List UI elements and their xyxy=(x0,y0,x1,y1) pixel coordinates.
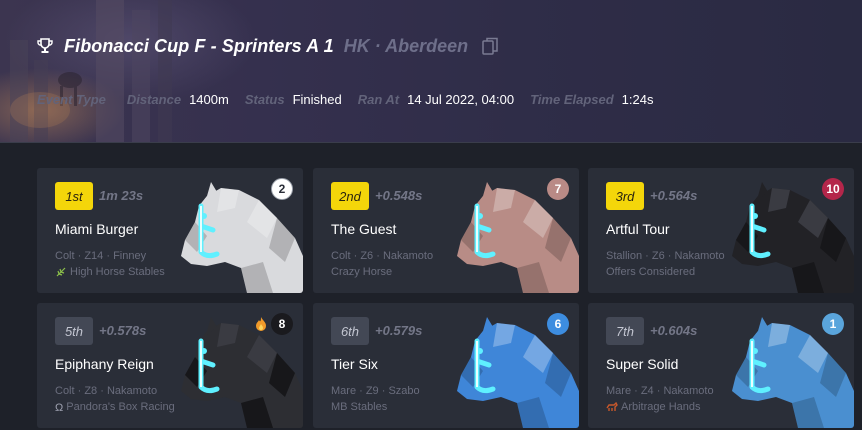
finish-time: +0.564s xyxy=(650,188,698,203)
position-badge: 6th xyxy=(331,317,369,345)
time-elapsed-label: Time Elapsed xyxy=(530,91,614,107)
finish-time: 1m 23s xyxy=(99,188,144,203)
stable-row: Crazy Horse xyxy=(331,266,392,278)
stable-row: Offers Considered xyxy=(606,266,695,278)
horse-details: Colt · Z6 · Nakamoto xyxy=(331,250,434,262)
event-location: HK · Aberdeen xyxy=(343,35,469,56)
stable-row: MB Stables xyxy=(331,401,387,413)
horse-details: Mare · Z4 · Nakamoto xyxy=(606,385,714,397)
horse-details: Mare · Z9 · Szabo xyxy=(331,385,420,397)
horse-name[interactable]: Miami Burger xyxy=(55,221,138,237)
gate-number-badge: 6 xyxy=(547,313,569,335)
result-card[interactable]: 7th +0.604s Super Solid Mare · Z4 · Naka… xyxy=(588,303,854,428)
result-card[interactable]: 3rd +0.564s Artful Tour Stallion · Z6 · … xyxy=(588,168,854,293)
position-badge: 1st xyxy=(55,182,93,210)
gate-number-badge: 7 xyxy=(547,178,569,200)
event-type-label: Event Type xyxy=(37,91,106,107)
finish-time: +0.604s xyxy=(650,323,698,338)
event-name: Fibonacci Cup F - Sprinters A 1 xyxy=(64,35,334,56)
finish-time: +0.548s xyxy=(375,188,423,203)
stable-row: Arbitrage Hands xyxy=(606,401,701,413)
time-elapsed-value: 1:24s xyxy=(621,91,654,107)
result-card[interactable]: 6th +0.579s Tier Six Mare · Z9 · Szabo M… xyxy=(313,303,579,428)
event-title-row: Fibonacci Cup F - Sprinters A 1 HK · Abe… xyxy=(36,34,498,58)
wheat-icon xyxy=(56,267,66,277)
event-header: Fibonacci Cup F - Sprinters A 1 HK · Abe… xyxy=(0,0,862,143)
horse-details: Colt · Z14 · Finney xyxy=(55,250,147,262)
stable-name[interactable]: Crazy Horse xyxy=(331,266,392,278)
trophy-icon xyxy=(37,38,53,53)
position-badge: 5th xyxy=(55,317,93,345)
horse-details: Stallion · Z6 · Nakamoto xyxy=(606,250,725,262)
distance-label: Distance xyxy=(126,91,182,107)
horse-name[interactable]: Artful Tour xyxy=(606,221,670,237)
stable-name[interactable]: High Horse Stables xyxy=(70,266,165,278)
position-badge: 7th xyxy=(606,317,644,345)
stable-name[interactable]: MB Stables xyxy=(331,401,387,413)
result-card[interactable]: 2nd +0.548s The Guest Colt · Z6 · Nakamo… xyxy=(313,168,579,293)
gate-number-badge: 10 xyxy=(822,178,844,200)
copy-icon[interactable] xyxy=(482,37,498,55)
result-card[interactable]: 5th +0.578s Epiphany Reign Colt · Z8 · N… xyxy=(37,303,303,428)
status-value: Finished xyxy=(292,91,342,107)
stable-name[interactable]: Arbitrage Hands xyxy=(621,401,701,413)
flame-icon xyxy=(256,317,266,331)
stable-row: High Horse Stables xyxy=(55,266,165,278)
omega-icon: Ω xyxy=(55,402,64,414)
horse-name[interactable]: Epiphany Reign xyxy=(55,356,154,372)
finish-time: +0.578s xyxy=(99,323,147,338)
result-card[interactable]: 1st 1m 23s Miami Burger Colt · Z14 · Fin… xyxy=(37,168,303,293)
horse-name[interactable]: Tier Six xyxy=(331,356,378,372)
stable-name[interactable]: Offers Considered xyxy=(606,266,695,278)
ran-at-value: 14 Jul 2022, 04:00 xyxy=(407,91,515,107)
horse-name[interactable]: Super Solid xyxy=(606,356,678,372)
finish-time: +0.579s xyxy=(375,323,423,338)
horse-details: Colt · Z8 · Nakamoto xyxy=(55,385,158,397)
gate-number-badge: 8 xyxy=(271,313,293,335)
horse-icon xyxy=(606,402,618,411)
header-skyline-image xyxy=(10,0,172,142)
position-badge: 3rd xyxy=(606,182,644,210)
horse-name[interactable]: The Guest xyxy=(331,221,396,237)
stable-name[interactable]: Pandora's Box Racing xyxy=(66,401,175,413)
event-meta-row: Event Type Distance 1400m Status Finishe… xyxy=(37,89,669,109)
distance-value: 1400m xyxy=(189,91,229,107)
gate-number-badge: 2 xyxy=(271,178,293,200)
gate-number-badge: 1 xyxy=(822,313,844,335)
position-badge: 2nd xyxy=(331,182,369,210)
stable-row: Ω Pandora's Box Racing xyxy=(55,401,175,414)
ran-at-label: Ran At xyxy=(357,91,400,107)
status-label: Status xyxy=(244,91,285,107)
